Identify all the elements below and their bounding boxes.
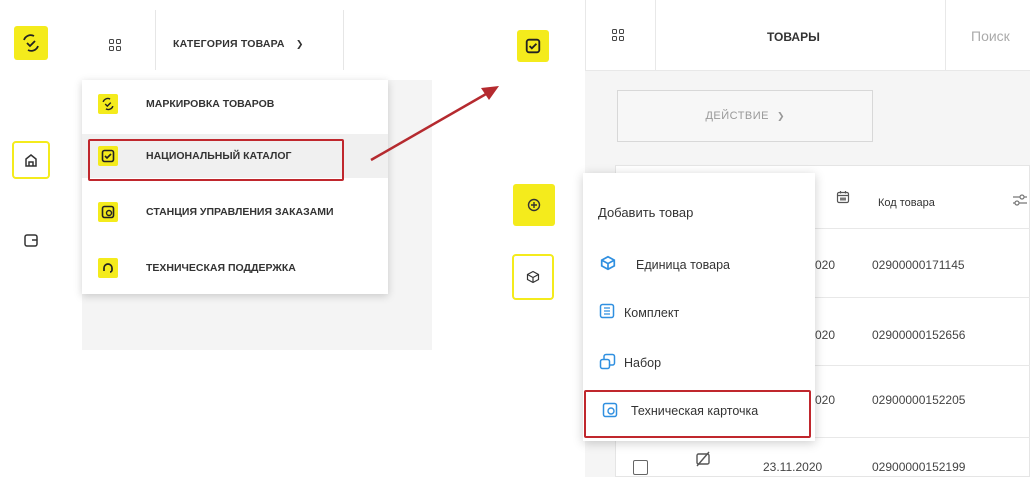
popup-item-kit[interactable]: Комплект	[583, 295, 815, 337]
row-code: 02900000171145	[872, 258, 965, 272]
grid-menu-icon[interactable]	[109, 38, 121, 56]
category-dropdown[interactable]: КАТЕГОРИЯ ТОВАРА ❯	[173, 38, 304, 50]
pointer-arrow	[370, 86, 499, 162]
right-sidebar	[500, 0, 584, 477]
menu-item-label: МАРКИРОВКА ТОВАРОВ	[146, 98, 275, 110]
grid-menu-icon[interactable]	[612, 28, 624, 46]
app-logo-icon[interactable]	[14, 26, 48, 60]
row-code: 02900000152205	[872, 393, 966, 407]
divider	[155, 10, 156, 70]
row-date: 23.11.2020	[763, 460, 823, 474]
divider	[655, 0, 656, 70]
menu-item-label: ТЕХНИЧЕСКАЯ ПОДДЕРЖКА	[146, 262, 296, 274]
row-checkbox[interactable]	[633, 460, 648, 475]
divider	[585, 0, 586, 70]
page-title: ТОВАРЫ	[767, 30, 820, 44]
support-icon	[98, 258, 118, 278]
set-icon	[599, 353, 616, 370]
popup-item-label: Единица товара	[636, 258, 730, 272]
no-image-icon	[695, 451, 711, 472]
category-label: КАТЕГОРИЯ ТОВАРА	[173, 38, 285, 50]
list-box-icon	[599, 303, 615, 319]
row-date: 020	[815, 393, 836, 407]
menu-item-label: СТАНЦИЯ УПРАВЛЕНИЯ ЗАКАЗАМИ	[146, 206, 334, 218]
highlight-box	[88, 139, 344, 181]
popup-heading: Добавить товар	[598, 205, 694, 220]
add-icon[interactable]	[513, 184, 555, 226]
filter-icon[interactable]	[1012, 193, 1028, 211]
action-dropdown[interactable]: ДЕЙСТВИЕ ❯	[617, 90, 873, 142]
column-code-header[interactable]: Код товара	[878, 197, 935, 209]
catalog-logo-icon[interactable]	[517, 30, 549, 62]
station-icon	[98, 202, 118, 222]
search-input[interactable]: Поиск	[971, 28, 1010, 44]
home-icon[interactable]	[12, 141, 50, 179]
action-label: ДЕЙСТВИЕ	[705, 110, 770, 122]
wallet-icon[interactable]	[23, 232, 39, 253]
highlight-box	[584, 390, 811, 438]
chevron-down-icon: ❯	[295, 39, 304, 49]
divider	[945, 0, 946, 70]
row-date: 020	[815, 258, 836, 272]
left-sidebar	[0, 0, 84, 477]
calendar-icon[interactable]	[836, 190, 850, 209]
row-code: 02900000152199	[872, 460, 966, 474]
menu-item-support[interactable]: ТЕХНИЧЕСКАЯ ПОДДЕРЖКА	[82, 246, 388, 290]
chevron-down-icon: ❯	[777, 110, 785, 121]
row-date: 020	[815, 328, 836, 342]
menu-item-marking[interactable]: МАРКИРОВКА ТОВАРОВ	[82, 82, 388, 126]
check-dashed-icon	[98, 94, 118, 114]
cube-icon	[600, 255, 616, 271]
box-icon[interactable]	[512, 254, 554, 300]
popup-item-label: Комплект	[624, 306, 680, 320]
divider	[343, 10, 344, 70]
popup-item-label: Набор	[624, 356, 662, 370]
popup-item-unit[interactable]: Единица товара	[583, 245, 815, 287]
row-code: 02900000152656	[872, 328, 966, 342]
menu-item-order-station[interactable]: СТАНЦИЯ УПРАВЛЕНИЯ ЗАКАЗАМИ	[82, 190, 388, 234]
popup-item-set[interactable]: Набор	[583, 343, 815, 385]
